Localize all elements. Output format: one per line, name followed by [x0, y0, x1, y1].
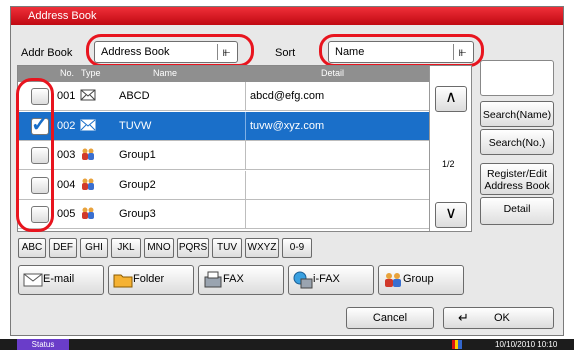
- address-list: No. Type Name Detail 001 ABCD abcd@efg.com…: [17, 65, 472, 232]
- register-edit-button[interactable]: Register/Edit Address Book: [480, 163, 554, 195]
- fax-icon: [204, 271, 222, 288]
- row-name: TUVW: [119, 119, 152, 132]
- datetime: 10/10/2010 10:10: [495, 340, 558, 349]
- index-tab[interactable]: JKL: [111, 238, 141, 258]
- chevron-down-icon: ∨: [445, 205, 457, 222]
- ok-button[interactable]: ↵ OK: [443, 307, 554, 329]
- table-row[interactable]: 003 Group1: [18, 141, 429, 170]
- search-result-box: [480, 60, 554, 96]
- index-tab[interactable]: PQRS: [177, 238, 209, 258]
- status-button[interactable]: Status: [17, 339, 69, 350]
- envelope-icon: [80, 88, 96, 102]
- index-tab[interactable]: WXYZ: [245, 238, 279, 258]
- detail-button[interactable]: Detail: [480, 197, 554, 225]
- highlight-oval: [86, 34, 254, 67]
- row-name: ABCD: [119, 90, 150, 102]
- sort-label: Sort: [275, 47, 296, 59]
- index-tab[interactable]: DEF: [49, 238, 77, 258]
- list-header: No. Type Name Detail: [18, 66, 429, 82]
- group-icon: [385, 273, 401, 287]
- header-name: Name: [153, 68, 178, 78]
- scroll-down-button[interactable]: ∨: [435, 202, 467, 228]
- group-filter-button[interactable]: Group: [378, 265, 464, 295]
- status-indicator-icon: [452, 340, 462, 349]
- cancel-button[interactable]: Cancel: [346, 307, 434, 329]
- row-number: 005: [57, 208, 76, 220]
- row-name: Group2: [119, 178, 156, 191]
- row-name: Group1: [119, 149, 156, 161]
- index-tab[interactable]: GHI: [80, 238, 108, 258]
- row-detail: [245, 141, 429, 169]
- ok-label: OK: [494, 312, 510, 324]
- ifax-icon: [293, 271, 313, 289]
- index-tab[interactable]: TUV: [212, 238, 242, 258]
- table-row[interactable]: 001 ABCD abcd@efg.com: [18, 82, 429, 111]
- row-number: 001: [57, 90, 76, 102]
- chevron-up-icon: ∧: [445, 89, 457, 106]
- group-icon: [80, 147, 96, 161]
- row-detail: [245, 200, 429, 228]
- envelope-icon: [80, 118, 96, 132]
- row-name: Group3: [119, 208, 156, 220]
- row-number: 002: [57, 119, 76, 132]
- row-number: 004: [57, 178, 76, 191]
- group-icon: [80, 206, 96, 220]
- table-row[interactable]: 004 Group2: [18, 170, 429, 200]
- row-detail: abcd@efg.com: [245, 82, 429, 110]
- fax-filter-button[interactable]: FAX: [198, 265, 284, 295]
- highlight-oval: [319, 34, 484, 67]
- page-indicator: 1/2: [442, 159, 455, 169]
- row-detail: tuvw@xyz.com: [245, 111, 429, 140]
- email-filter-button[interactable]: E-mail: [18, 265, 104, 295]
- index-tab[interactable]: MNO: [144, 238, 174, 258]
- index-tab[interactable]: 0-9: [282, 238, 312, 258]
- search-no-button[interactable]: Search(No.): [480, 129, 554, 155]
- table-row[interactable]: ✓ 002 TUVW tuvw@xyz.com: [18, 111, 429, 141]
- scroll-up-button[interactable]: ∧: [435, 86, 467, 112]
- ifax-filter-button[interactable]: i-FAX: [288, 265, 374, 295]
- header-no: No.: [60, 68, 75, 78]
- index-tab[interactable]: ABC: [18, 238, 46, 258]
- header-type: Type: [81, 68, 101, 78]
- folder-filter-button[interactable]: Folder: [108, 265, 194, 295]
- scroll-panel: ∧ 1/2 ∨: [429, 66, 471, 231]
- envelope-icon: [23, 273, 43, 287]
- row-number: 003: [57, 149, 76, 161]
- status-bar: 10/10/2010 10:10: [0, 339, 574, 350]
- group-icon: [80, 177, 96, 191]
- search-name-button[interactable]: Search(Name): [480, 101, 554, 127]
- header-detail: Detail: [321, 68, 345, 78]
- window-title: Address Book: [11, 7, 563, 25]
- highlight-oval: [16, 78, 54, 232]
- folder-icon: [113, 274, 133, 288]
- row-detail: [245, 170, 429, 199]
- enter-icon: ↵: [458, 310, 469, 325]
- addr-book-label: Addr Book: [21, 47, 73, 59]
- table-row[interactable]: 005 Group3: [18, 200, 429, 229]
